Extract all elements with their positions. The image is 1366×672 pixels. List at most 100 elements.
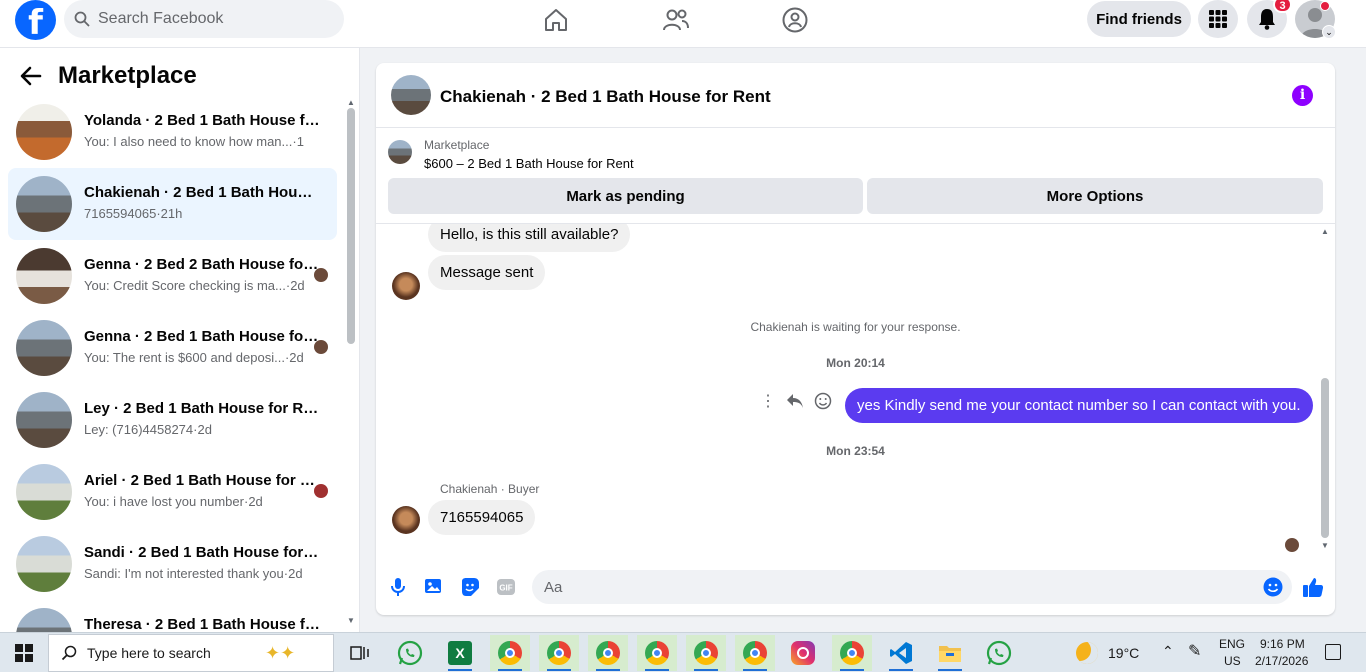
excel-icon[interactable]: X — [440, 635, 480, 671]
chrome-profile-icon[interactable] — [490, 635, 530, 671]
info-icon[interactable]: i — [1292, 85, 1313, 106]
listing-thumbnail — [388, 140, 412, 164]
chrome-profile-icon[interactable] — [588, 635, 628, 671]
conversation-title[interactable]: Chakienah · 2 Bed 1 Bath House for Rent — [440, 87, 771, 107]
thread-item[interactable]: Yolanda · 2 Bed 1 Bath House for Rent Yo… — [8, 96, 337, 168]
thread-name: Genna · 2 Bed 1 Bath House for Rent — [84, 328, 320, 345]
photo-icon[interactable] — [423, 576, 445, 598]
emoji-icon[interactable] — [1262, 576, 1284, 598]
listing-thumbnail — [16, 176, 72, 232]
conversation-header: Chakienah · 2 Bed 1 Bath House for Rent … — [376, 63, 1335, 128]
thread-item[interactable]: Genna · 2 Bed 1 Bath House for Rent You:… — [8, 312, 337, 384]
react-emoji-icon[interactable] — [814, 392, 832, 410]
thread-item[interactable]: Sandi · 2 Bed 1 Bath House for Rent Sand… — [8, 528, 337, 600]
thread-item[interactable]: Theresa · 2 Bed 1 Bath House for Rent — [8, 600, 337, 632]
more-options-button[interactable]: More Options — [867, 178, 1323, 214]
thread-preview: You: i have lost you number·2d — [84, 494, 263, 509]
keyboard-layout[interactable]: US — [1224, 654, 1241, 668]
thread-name: Ariel · 2 Bed 1 Bath House for Rent — [84, 472, 320, 489]
notification-center-icon[interactable] — [1325, 644, 1341, 660]
scroll-up-arrow[interactable]: ▲ — [1321, 227, 1329, 236]
search-bar[interactable] — [64, 0, 344, 38]
search-input[interactable] — [98, 10, 318, 28]
whatsapp-icon[interactable] — [390, 635, 430, 671]
weather-moon-icon[interactable] — [1076, 642, 1098, 664]
home-icon[interactable] — [541, 5, 571, 35]
sidebar-scrollbar[interactable] — [347, 108, 355, 344]
listing-thumbnail — [16, 392, 72, 448]
search-icon — [74, 11, 90, 27]
listing-thumbnail — [16, 248, 72, 304]
listing-thumbnail — [16, 104, 72, 160]
read-receipt-avatar — [1285, 538, 1299, 552]
conversation-panel: Chakienah · 2 Bed 1 Bath House for Rent … — [376, 63, 1335, 615]
chrome-profile-icon[interactable] — [832, 635, 872, 671]
chrome-profile-icon[interactable] — [735, 635, 775, 671]
taskbar-search[interactable]: Type here to search ✦✦ — [48, 634, 334, 672]
waiting-notice: Chakienah is waiting for your response. — [750, 320, 961, 334]
listing-thumbnail[interactable] — [391, 75, 431, 115]
friends-icon[interactable] — [661, 5, 691, 35]
language-indicator[interactable]: ENG — [1219, 637, 1245, 651]
gif-icon[interactable]: GIF — [495, 576, 517, 598]
scroll-up-arrow[interactable]: ▲ — [347, 98, 355, 107]
chevron-down-icon[interactable]: ⌄ — [1322, 25, 1336, 39]
thread-item[interactable]: Ley · 2 Bed 1 Bath House for Rent Ley: (… — [8, 384, 337, 456]
weather-temp[interactable]: 19°C — [1108, 645, 1139, 661]
timestamp: Mon 20:14 — [826, 356, 885, 370]
facebook-logo[interactable]: f — [15, 0, 56, 40]
scroll-down-arrow[interactable]: ▼ — [347, 616, 355, 625]
taskbar-search-text: Type here to search — [87, 645, 211, 661]
contact-avatar[interactable] — [392, 506, 420, 534]
listing-title[interactable]: $600 – 2 Bed 1 Bath House for Rent — [424, 156, 634, 171]
sidebar-header: Marketplace — [20, 62, 197, 90]
thread-preview: You: The rent is $600 and deposi...·2d — [84, 350, 304, 365]
notification-badge: 3 — [1273, 0, 1292, 13]
scroll-down-arrow[interactable]: ▼ — [1321, 541, 1329, 550]
thread-name: Chakienah · 2 Bed 1 Bath House for Rent — [84, 184, 320, 201]
show-hidden-icons[interactable]: ⌃ — [1162, 643, 1174, 660]
microphone-icon[interactable] — [387, 576, 409, 598]
thread-preview: Sandi: I'm not interested thank you·2d — [84, 566, 303, 581]
incoming-message: Hello, is this still available? — [428, 224, 631, 252]
task-view-icon[interactable] — [340, 635, 380, 671]
listing-thumbnail — [16, 464, 72, 520]
listing-banner: Marketplace $600 – 2 Bed 1 Bath House fo… — [376, 128, 1335, 224]
incoming-message: Message sent — [428, 255, 546, 290]
clock-time[interactable]: 9:16 PM — [1260, 637, 1305, 651]
message-input[interactable] — [532, 570, 1292, 604]
contact-avatar[interactable] — [392, 272, 420, 300]
chrome-profile-icon[interactable] — [686, 635, 726, 671]
whatsapp-icon[interactable] — [979, 635, 1019, 671]
thread-item-active[interactable]: Chakienah · 2 Bed 1 Bath House for Rent … — [8, 168, 337, 240]
thread-preview: You: Credit Score checking is ma...·2d — [84, 278, 304, 293]
listing-thumbnail — [16, 608, 72, 632]
instagram-icon[interactable] — [783, 635, 823, 671]
reply-icon[interactable] — [786, 393, 804, 409]
file-explorer-icon[interactable] — [930, 635, 970, 671]
more-options-icon[interactable]: ⋮ — [760, 391, 776, 411]
menu-grid-icon[interactable] — [1198, 0, 1238, 38]
sticker-icon[interactable] — [459, 576, 481, 598]
pen-icon[interactable]: ✎ — [1188, 641, 1201, 661]
chat-scrollbar[interactable] — [1321, 378, 1329, 538]
windows-taskbar: Type here to search ✦✦ X 19°C ⌃ ✎ ENG US… — [0, 632, 1366, 672]
groups-icon[interactable] — [780, 5, 810, 35]
clock-date[interactable]: 2/17/2026 — [1255, 654, 1308, 668]
mark-as-pending-button[interactable]: Mark as pending — [388, 178, 863, 214]
thumbs-up-icon[interactable] — [1302, 576, 1324, 598]
find-friends-button[interactable]: Find friends — [1087, 1, 1191, 37]
thread-item[interactable]: Genna · 2 Bed 2 Bath House for Rent You:… — [8, 240, 337, 312]
message-actions: ⋮ — [760, 391, 832, 411]
chrome-profile-icon[interactable] — [637, 635, 677, 671]
back-arrow-icon[interactable] — [20, 66, 42, 86]
profile-alert-dot — [1320, 1, 1330, 11]
thread-item[interactable]: Ariel · 2 Bed 1 Bath House for Rent You:… — [8, 456, 337, 528]
windows-start-icon[interactable] — [15, 644, 33, 662]
thread-preview: Ley: (716)4458274·2d — [84, 422, 212, 437]
outgoing-message: yes Kindly send me your contact number s… — [845, 388, 1313, 423]
message-list: Hello, is this still available? Message … — [376, 224, 1335, 554]
vscode-icon[interactable] — [881, 635, 921, 671]
listing-thumbnail — [16, 536, 72, 592]
chrome-profile-icon[interactable] — [539, 635, 579, 671]
